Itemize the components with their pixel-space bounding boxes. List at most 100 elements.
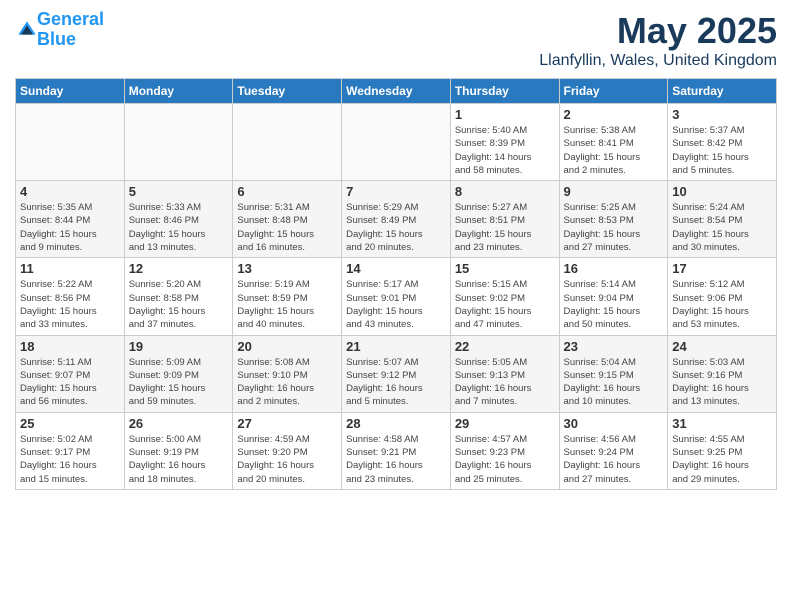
day-number: 1 — [455, 107, 555, 122]
calendar-cell: 1 Sunrise: 5:40 AM Sunset: 8:39 PM Daylig… — [450, 104, 559, 181]
day-detail: Sunrise: 5:03 AM Sunset: 9:16 PM Dayligh… — [672, 356, 772, 409]
header-wednesday: Wednesday — [342, 79, 451, 104]
calendar-cell: 11Sunrise: 5:22 AM Sunset: 8:56 PM Dayli… — [16, 258, 125, 335]
calendar-cell: 18 Sunrise: 5:11 AM Sunset: 9:07 PM Dayli… — [16, 335, 125, 412]
calendar-week-3: 11Sunrise: 5:22 AM Sunset: 8:56 PM Dayli… — [16, 258, 777, 335]
day-detail: Sunrise: 4:55 AM Sunset: 9:25 PM Dayligh… — [672, 433, 772, 486]
day-number: 6 — [237, 184, 337, 199]
day-detail: Sunrise: 5:09 AM Sunset: 9:09 PM Dayligh… — [129, 356, 229, 409]
logo: General Blue — [15, 10, 104, 50]
month-title: May 2025 — [539, 10, 777, 52]
day-number: 26 — [129, 416, 229, 431]
calendar-cell: 21Sunrise: 5:07 AM Sunset: 9:12 PM Dayli… — [342, 335, 451, 412]
calendar-cell: 5 Sunrise: 5:33 AM Sunset: 8:46 PM Daylig… — [124, 181, 233, 258]
calendar-cell: 19 Sunrise: 5:09 AM Sunset: 9:09 PM Dayli… — [124, 335, 233, 412]
header-friday: Friday — [559, 79, 668, 104]
day-number: 29 — [455, 416, 555, 431]
calendar-cell: 25 Sunrise: 5:02 AM Sunset: 9:17 PM Dayli… — [16, 412, 125, 489]
day-detail: Sunrise: 5:20 AM Sunset: 8:58 PM Dayligh… — [129, 278, 229, 331]
day-number: 15 — [455, 261, 555, 276]
calendar-week-1: 1 Sunrise: 5:40 AM Sunset: 8:39 PM Daylig… — [16, 104, 777, 181]
calendar-cell: 12 Sunrise: 5:20 AM Sunset: 8:58 PM Dayli… — [124, 258, 233, 335]
day-number: 2 — [564, 107, 664, 122]
day-number: 19 — [129, 339, 229, 354]
day-detail: Sunrise: 5:08 AM Sunset: 9:10 PM Dayligh… — [237, 356, 337, 409]
day-detail: Sunrise: 5:11 AM Sunset: 9:07 PM Dayligh… — [20, 356, 120, 409]
day-detail: Sunrise: 5:27 AM Sunset: 8:51 PM Dayligh… — [455, 201, 555, 254]
calendar-cell: 8 Sunrise: 5:27 AM Sunset: 8:51 PM Daylig… — [450, 181, 559, 258]
calendar-cell — [342, 104, 451, 181]
calendar-cell: 14 Sunrise: 5:17 AM Sunset: 9:01 PM Dayli… — [342, 258, 451, 335]
calendar-cell: 3Sunrise: 5:37 AM Sunset: 8:42 PM Daylig… — [668, 104, 777, 181]
calendar-week-4: 18 Sunrise: 5:11 AM Sunset: 9:07 PM Dayli… — [16, 335, 777, 412]
day-detail: Sunrise: 5:02 AM Sunset: 9:17 PM Dayligh… — [20, 433, 120, 486]
calendar-cell: 31 Sunrise: 4:55 AM Sunset: 9:25 PM Dayli… — [668, 412, 777, 489]
day-number: 17 — [672, 261, 772, 276]
day-number: 14 — [346, 261, 446, 276]
day-detail: Sunrise: 5:12 AM Sunset: 9:06 PM Dayligh… — [672, 278, 772, 331]
day-number: 18 — [20, 339, 120, 354]
calendar-cell: 23 Sunrise: 5:04 AM Sunset: 9:15 PM Dayli… — [559, 335, 668, 412]
logo-text: General Blue — [37, 10, 104, 50]
day-number: 23 — [564, 339, 664, 354]
calendar-cell: 15Sunrise: 5:15 AM Sunset: 9:02 PM Dayli… — [450, 258, 559, 335]
header-tuesday: Tuesday — [233, 79, 342, 104]
day-number: 11 — [20, 261, 120, 276]
day-detail: Sunrise: 5:19 AM Sunset: 8:59 PM Dayligh… — [237, 278, 337, 331]
day-number: 24 — [672, 339, 772, 354]
calendar-cell — [16, 104, 125, 181]
title-block: May 2025 Llanfyllin, Wales, United Kingd… — [539, 10, 777, 70]
day-detail: Sunrise: 5:14 AM Sunset: 9:04 PM Dayligh… — [564, 278, 664, 331]
day-number: 25 — [20, 416, 120, 431]
day-detail: Sunrise: 5:38 AM Sunset: 8:41 PM Dayligh… — [564, 124, 664, 177]
day-detail: Sunrise: 5:40 AM Sunset: 8:39 PM Dayligh… — [455, 124, 555, 177]
calendar-cell — [233, 104, 342, 181]
day-detail: Sunrise: 5:31 AM Sunset: 8:48 PM Dayligh… — [237, 201, 337, 254]
calendar-table: Sunday Monday Tuesday Wednesday Thursday… — [15, 78, 777, 490]
calendar-week-5: 25 Sunrise: 5:02 AM Sunset: 9:17 PM Dayli… — [16, 412, 777, 489]
day-number: 8 — [455, 184, 555, 199]
day-number: 22 — [455, 339, 555, 354]
calendar-cell: 22 Sunrise: 5:05 AM Sunset: 9:13 PM Dayli… — [450, 335, 559, 412]
calendar-cell: 30Sunrise: 4:56 AM Sunset: 9:24 PM Dayli… — [559, 412, 668, 489]
calendar-cell: 6 Sunrise: 5:31 AM Sunset: 8:48 PM Daylig… — [233, 181, 342, 258]
day-detail: Sunrise: 4:58 AM Sunset: 9:21 PM Dayligh… — [346, 433, 446, 486]
day-detail: Sunrise: 5:25 AM Sunset: 8:53 PM Dayligh… — [564, 201, 664, 254]
day-number: 27 — [237, 416, 337, 431]
day-detail: Sunrise: 5:17 AM Sunset: 9:01 PM Dayligh… — [346, 278, 446, 331]
calendar-cell: 13 Sunrise: 5:19 AM Sunset: 8:59 PM Dayli… — [233, 258, 342, 335]
day-number: 21 — [346, 339, 446, 354]
calendar-cell: 24 Sunrise: 5:03 AM Sunset: 9:16 PM Dayli… — [668, 335, 777, 412]
day-number: 31 — [672, 416, 772, 431]
day-number: 5 — [129, 184, 229, 199]
day-number: 28 — [346, 416, 446, 431]
day-number: 13 — [237, 261, 337, 276]
calendar-cell: 16 Sunrise: 5:14 AM Sunset: 9:04 PM Dayli… — [559, 258, 668, 335]
day-detail: Sunrise: 5:00 AM Sunset: 9:19 PM Dayligh… — [129, 433, 229, 486]
day-detail: Sunrise: 5:05 AM Sunset: 9:13 PM Dayligh… — [455, 356, 555, 409]
day-number: 16 — [564, 261, 664, 276]
logo-icon — [17, 20, 37, 40]
day-detail: Sunrise: 5:37 AM Sunset: 8:42 PM Dayligh… — [672, 124, 772, 177]
calendar-cell: 26 Sunrise: 5:00 AM Sunset: 9:19 PM Dayli… — [124, 412, 233, 489]
header-saturday: Saturday — [668, 79, 777, 104]
day-detail: Sunrise: 5:35 AM Sunset: 8:44 PM Dayligh… — [20, 201, 120, 254]
day-number: 20 — [237, 339, 337, 354]
calendar-cell: 2 Sunrise: 5:38 AM Sunset: 8:41 PM Daylig… — [559, 104, 668, 181]
calendar-cell: 29Sunrise: 4:57 AM Sunset: 9:23 PM Dayli… — [450, 412, 559, 489]
calendar-cell: 27Sunrise: 4:59 AM Sunset: 9:20 PM Dayli… — [233, 412, 342, 489]
header-monday: Monday — [124, 79, 233, 104]
calendar-cell: 10Sunrise: 5:24 AM Sunset: 8:54 PM Dayli… — [668, 181, 777, 258]
calendar-cell: 9 Sunrise: 5:25 AM Sunset: 8:53 PM Daylig… — [559, 181, 668, 258]
page-container: General Blue May 2025 Llanfyllin, Wales,… — [0, 0, 792, 500]
day-number: 4 — [20, 184, 120, 199]
day-detail: Sunrise: 5:33 AM Sunset: 8:46 PM Dayligh… — [129, 201, 229, 254]
day-detail: Sunrise: 5:24 AM Sunset: 8:54 PM Dayligh… — [672, 201, 772, 254]
day-detail: Sunrise: 4:56 AM Sunset: 9:24 PM Dayligh… — [564, 433, 664, 486]
day-number: 9 — [564, 184, 664, 199]
calendar-cell: 20 Sunrise: 5:08 AM Sunset: 9:10 PM Dayli… — [233, 335, 342, 412]
day-number: 7 — [346, 184, 446, 199]
day-detail: Sunrise: 5:04 AM Sunset: 9:15 PM Dayligh… — [564, 356, 664, 409]
day-detail: Sunrise: 5:29 AM Sunset: 8:49 PM Dayligh… — [346, 201, 446, 254]
day-number: 12 — [129, 261, 229, 276]
